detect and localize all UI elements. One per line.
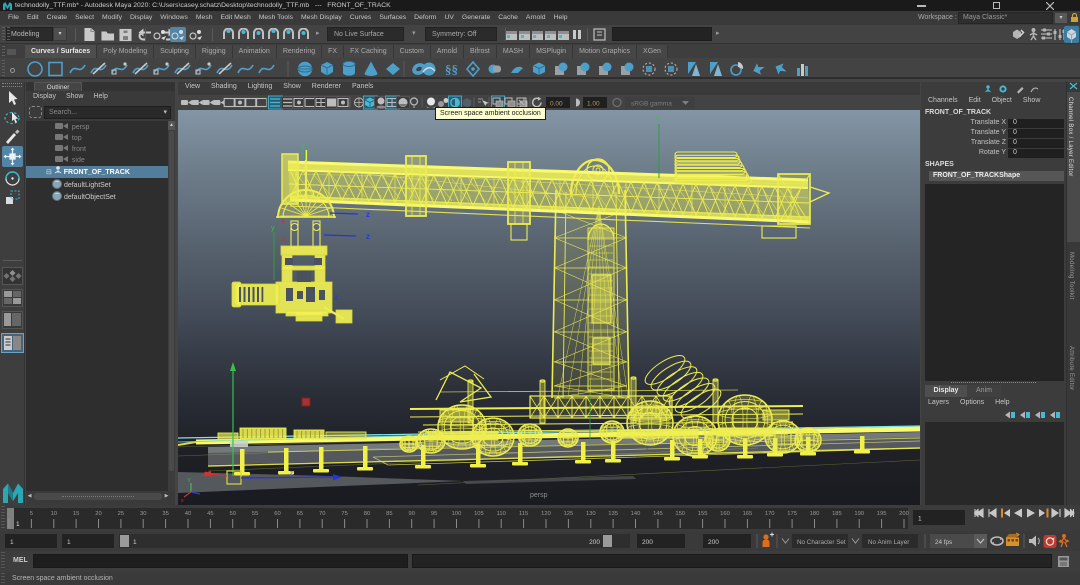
svg-text:65: 65 (297, 511, 303, 517)
svg-text:60: 60 (274, 511, 280, 517)
svg-text:145: 145 (653, 511, 663, 517)
svg-text:200: 200 (708, 539, 719, 546)
svg-text:40: 40 (185, 511, 191, 517)
svg-text:155: 155 (698, 511, 708, 517)
svg-text:15: 15 (73, 511, 79, 517)
svg-text:y: y (271, 225, 275, 232)
svg-text:105: 105 (474, 511, 484, 517)
svg-text:95: 95 (431, 511, 437, 517)
svg-text:z: z (290, 471, 293, 477)
svg-text:165: 165 (743, 511, 753, 517)
svg-text:24 fps: 24 fps (935, 539, 952, 546)
svg-text:90: 90 (408, 511, 414, 517)
svg-text:120: 120 (541, 511, 551, 517)
svg-text:1: 1 (67, 539, 71, 546)
svg-text:70: 70 (319, 511, 325, 517)
svg-text:25: 25 (118, 511, 124, 517)
svg-text:x: x (281, 218, 285, 225)
svg-text:125: 125 (564, 511, 574, 517)
svg-text:85: 85 (386, 511, 392, 517)
svg-text:1: 1 (918, 516, 922, 523)
svg-text:200: 200 (589, 539, 600, 546)
svg-text:195: 195 (877, 511, 887, 517)
svg-text:30: 30 (140, 511, 146, 517)
svg-text:5: 5 (30, 511, 33, 517)
svg-text:Y: Y (655, 117, 660, 124)
svg-text:190: 190 (854, 511, 864, 517)
svg-text:175: 175 (787, 511, 797, 517)
svg-text:130: 130 (586, 511, 596, 517)
svg-text:75: 75 (341, 511, 347, 517)
svg-text:z: z (334, 293, 338, 302)
svg-text:1: 1 (16, 521, 20, 528)
svg-text:35: 35 (162, 511, 168, 517)
svg-text:80: 80 (364, 511, 370, 517)
svg-text:z: z (366, 210, 370, 219)
svg-text:135: 135 (608, 511, 618, 517)
svg-text:1: 1 (133, 539, 137, 546)
svg-text:100: 100 (452, 511, 462, 517)
svg-text:45: 45 (207, 511, 213, 517)
svg-text:1.00: 1.00 (587, 101, 600, 108)
svg-text:55: 55 (252, 511, 258, 517)
svg-text:150: 150 (675, 511, 685, 517)
svg-text:No Anim Layer: No Anim Layer (868, 539, 909, 546)
svg-text:185: 185 (832, 511, 842, 517)
svg-text:1: 1 (10, 539, 14, 546)
svg-text:0.00: 0.00 (550, 101, 563, 108)
svg-text:y: y (301, 143, 305, 150)
svg-text:200: 200 (899, 511, 909, 517)
svg-text:50: 50 (229, 511, 235, 517)
svg-text:x: x (181, 498, 184, 504)
svg-text:20: 20 (95, 511, 101, 517)
svg-text:180: 180 (810, 511, 820, 517)
svg-text:140: 140 (631, 511, 641, 517)
svg-text:10: 10 (51, 511, 57, 517)
svg-text:x: x (281, 236, 285, 243)
svg-text:115: 115 (519, 511, 528, 517)
svg-text:No Character Set: No Character Set (797, 539, 846, 546)
svg-text:z: z (366, 232, 370, 241)
svg-text:160: 160 (720, 511, 730, 517)
svg-text:§§: §§ (445, 62, 458, 77)
svg-text:200: 200 (642, 539, 653, 546)
svg-text:z: z (646, 446, 649, 452)
svg-text:110: 110 (497, 511, 506, 517)
svg-text:sRGB gamma: sRGB gamma (631, 101, 672, 108)
svg-text:170: 170 (765, 511, 775, 517)
